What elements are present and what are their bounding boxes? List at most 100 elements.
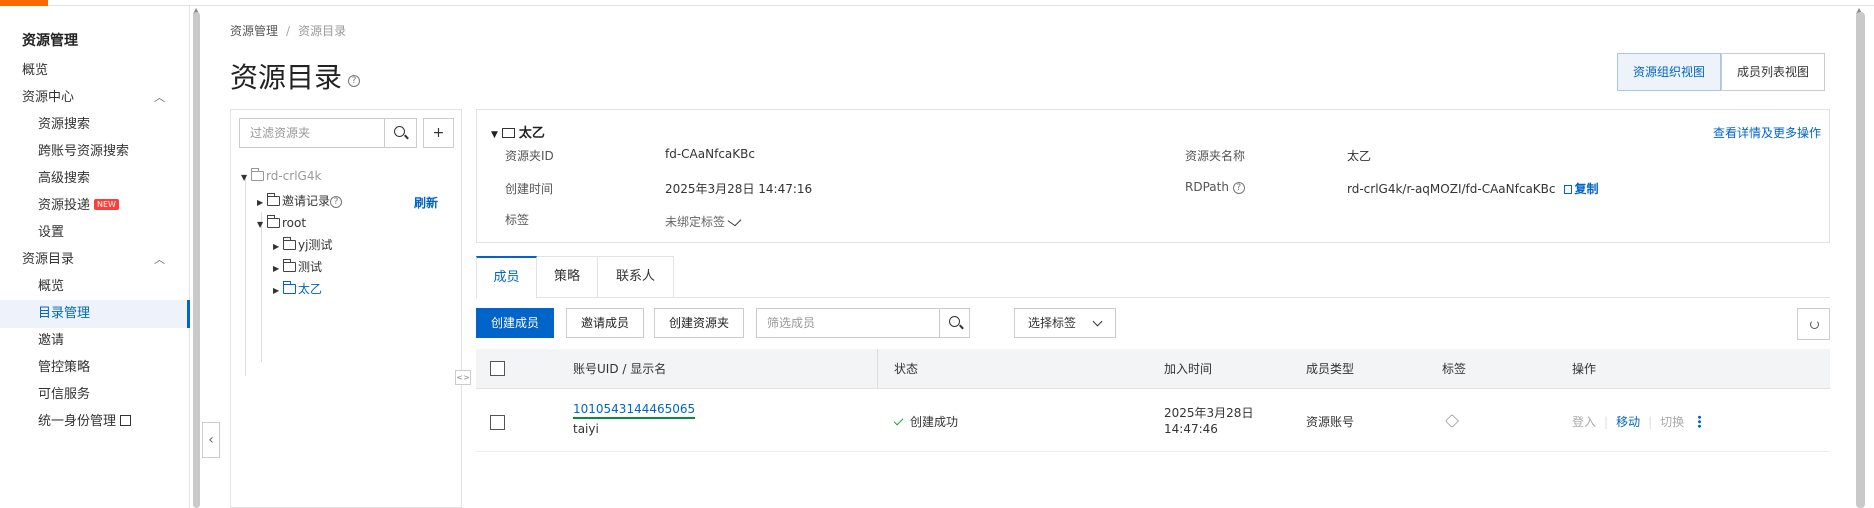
- view-details-link[interactable]: 查看详情及更多操作: [1713, 124, 1821, 141]
- folder-icon: [283, 281, 296, 294]
- status-cell: 创建成功: [893, 413, 958, 430]
- tree-node-test[interactable]: ▶ 测试: [273, 258, 322, 276]
- folder-icon: [267, 215, 280, 228]
- search-icon: [394, 126, 405, 137]
- caret-right-icon[interactable]: ▶: [273, 238, 283, 256]
- folder-icon: [283, 259, 296, 272]
- external-link-icon: [120, 415, 132, 426]
- create-member-button[interactable]: 创建成员: [476, 308, 555, 338]
- tree-node-root[interactable]: ▼ root: [257, 214, 306, 232]
- tag-value-text: 未绑定标签: [665, 215, 726, 229]
- column-header-tags: 标签: [1442, 362, 1467, 376]
- breadcrumb-root[interactable]: 资源管理: [230, 24, 278, 38]
- member-view-button[interactable]: 成员列表视图: [1721, 53, 1826, 91]
- tree-node-label: 邀请记录: [282, 194, 331, 208]
- org-view-button[interactable]: 资源组织视图: [1617, 53, 1722, 91]
- sidebar-group-resource-center[interactable]: 资源中心 ︿: [22, 84, 187, 112]
- sidebar-scrollbar[interactable]: [193, 12, 200, 508]
- sidebar-item-label: 资源搜索: [38, 117, 91, 132]
- sidebar-item-invitations[interactable]: 邀请: [38, 327, 203, 355]
- caret-right-icon[interactable]: ▶: [257, 194, 267, 212]
- page-scrollbar[interactable]: [1856, 12, 1865, 508]
- folder-id-label: 资源夹ID: [505, 149, 554, 163]
- folder-icon: [501, 128, 515, 138]
- sidebar-group-resource-directory[interactable]: 资源目录 ︿: [22, 246, 187, 274]
- login-action[interactable]: 登入: [1572, 415, 1596, 429]
- switch-action[interactable]: 切换: [1660, 415, 1684, 429]
- column-divider[interactable]: [877, 349, 878, 389]
- tab-contacts[interactable]: 联系人: [598, 256, 674, 298]
- sidebar-item-directory-management[interactable]: 目录管理: [0, 300, 190, 328]
- member-uid-link[interactable]: 1010543144465065: [573, 402, 696, 419]
- sidebar-item-rd-overview[interactable]: 概览: [38, 273, 203, 301]
- sidebar-item-label: 设置: [38, 225, 65, 240]
- tree-node-invitation-records[interactable]: ▶ 邀请记录?: [257, 192, 343, 212]
- help-icon[interactable]: ?: [330, 195, 343, 208]
- tree-node-rd-root[interactable]: ▼ rd-crlG4k: [241, 167, 321, 185]
- sidebar-item-control-policies[interactable]: 管控策略: [38, 354, 203, 382]
- caret-down-icon[interactable]: ▼: [241, 169, 251, 187]
- invite-member-button[interactable]: 邀请成员: [566, 308, 645, 338]
- tag-cell: [1444, 413, 1460, 429]
- tag-value: 未绑定标签: [665, 213, 742, 230]
- folder-info-card: ▼ 太乙 查看详情及更多操作 资源夹ID fd-CAaNfcaKBc 创建时间 2…: [476, 109, 1830, 243]
- sidebar-item-advanced-search[interactable]: 高级搜索: [38, 165, 203, 193]
- resize-icon: <>: [456, 373, 470, 382]
- caret-down-icon[interactable]: ▼: [491, 130, 498, 140]
- row-checkbox[interactable]: [490, 415, 505, 430]
- sidebar-item-overview[interactable]: 概览: [22, 57, 187, 85]
- sidebar-item-resource-search[interactable]: 资源搜索: [38, 111, 203, 139]
- tree-guide-line: [261, 212, 262, 362]
- help-icon[interactable]: ?: [1232, 181, 1245, 194]
- tag-icon[interactable]: [1444, 413, 1460, 429]
- folder-name-heading: 太乙: [518, 126, 545, 141]
- refresh-table-button[interactable]: [1797, 308, 1830, 340]
- edit-icon[interactable]: [727, 214, 742, 227]
- sidebar-item-label: 目录管理: [38, 306, 91, 321]
- sidebar-item-trusted-services[interactable]: 可信服务: [38, 381, 203, 409]
- tree-node-label: rd-crlG4k: [266, 169, 322, 183]
- sidebar-item-label: 邀请: [38, 333, 65, 348]
- page-title: 资源目录?: [230, 56, 361, 96]
- tab-policies[interactable]: 策略: [537, 256, 598, 298]
- sidebar-item-resource-delivery[interactable]: 资源投递 NEW: [38, 192, 203, 220]
- help-icon[interactable]: ?: [348, 75, 361, 87]
- folder-filter-input[interactable]: [240, 119, 382, 147]
- folder-name-value: 太乙: [1347, 149, 1372, 163]
- tree-node-taiyi[interactable]: ▶ 太乙: [273, 280, 322, 298]
- main-content: 资源管理 / 资源目录 资源目录? 资源组织视图 成员列表视图 + ▼ rd-crlG…: [208, 6, 1858, 508]
- caret-right-icon[interactable]: ▶: [273, 260, 283, 278]
- sidebar-item-cross-account-search[interactable]: 跨账号资源搜索: [38, 138, 203, 166]
- copy-button[interactable]: 复制: [1563, 182, 1599, 196]
- search-button[interactable]: [384, 119, 416, 147]
- member-filter-input[interactable]: [757, 309, 937, 337]
- caret-down-icon[interactable]: ▼: [257, 216, 267, 234]
- add-user-button[interactable]: +: [423, 118, 454, 148]
- tree-node-yj-test[interactable]: ▶ yj测试: [273, 236, 332, 254]
- panel-resize-handle[interactable]: <>: [455, 370, 471, 385]
- folder-id-value: fd-CAaNfcaKBc: [665, 147, 755, 161]
- select-all-checkbox[interactable]: [490, 361, 505, 376]
- folder-info-header[interactable]: ▼ 太乙: [491, 122, 545, 141]
- create-folder-button[interactable]: 创建资源夹: [654, 308, 745, 338]
- sidebar-item-identity-management[interactable]: 统一身份管理: [38, 408, 203, 436]
- member-search-button[interactable]: [939, 309, 969, 337]
- copy-icon: [1563, 185, 1572, 194]
- more-actions-icon[interactable]: [1698, 415, 1702, 428]
- folder-filter: [239, 118, 417, 148]
- sidebar-item-label: 概览: [22, 63, 49, 78]
- tag-select-dropdown[interactable]: 选择标签: [1014, 308, 1116, 338]
- tag-select-label: 选择标签: [1028, 316, 1077, 330]
- folder-name-label: 资源夹名称: [1185, 149, 1246, 163]
- move-action[interactable]: 移动: [1616, 415, 1640, 429]
- sidebar-title: 资源管理: [22, 33, 78, 49]
- refresh-link[interactable]: 刷新: [414, 194, 438, 211]
- sidebar-item-label: 管控策略: [38, 360, 91, 375]
- caret-right-icon[interactable]: ▶: [273, 282, 283, 300]
- sidebar-item-settings[interactable]: 设置: [38, 219, 203, 247]
- chevron-down-icon: [1092, 316, 1103, 327]
- ops-divider: |: [1604, 415, 1609, 429]
- rdpath-label: RDPath ?: [1185, 180, 1245, 194]
- sidebar: 资源管理 概览 资源中心 ︿ 资源搜索 跨账号资源搜索 高级搜索 资源投递 NEW …: [0, 6, 190, 508]
- tab-members[interactable]: 成员: [476, 256, 537, 299]
